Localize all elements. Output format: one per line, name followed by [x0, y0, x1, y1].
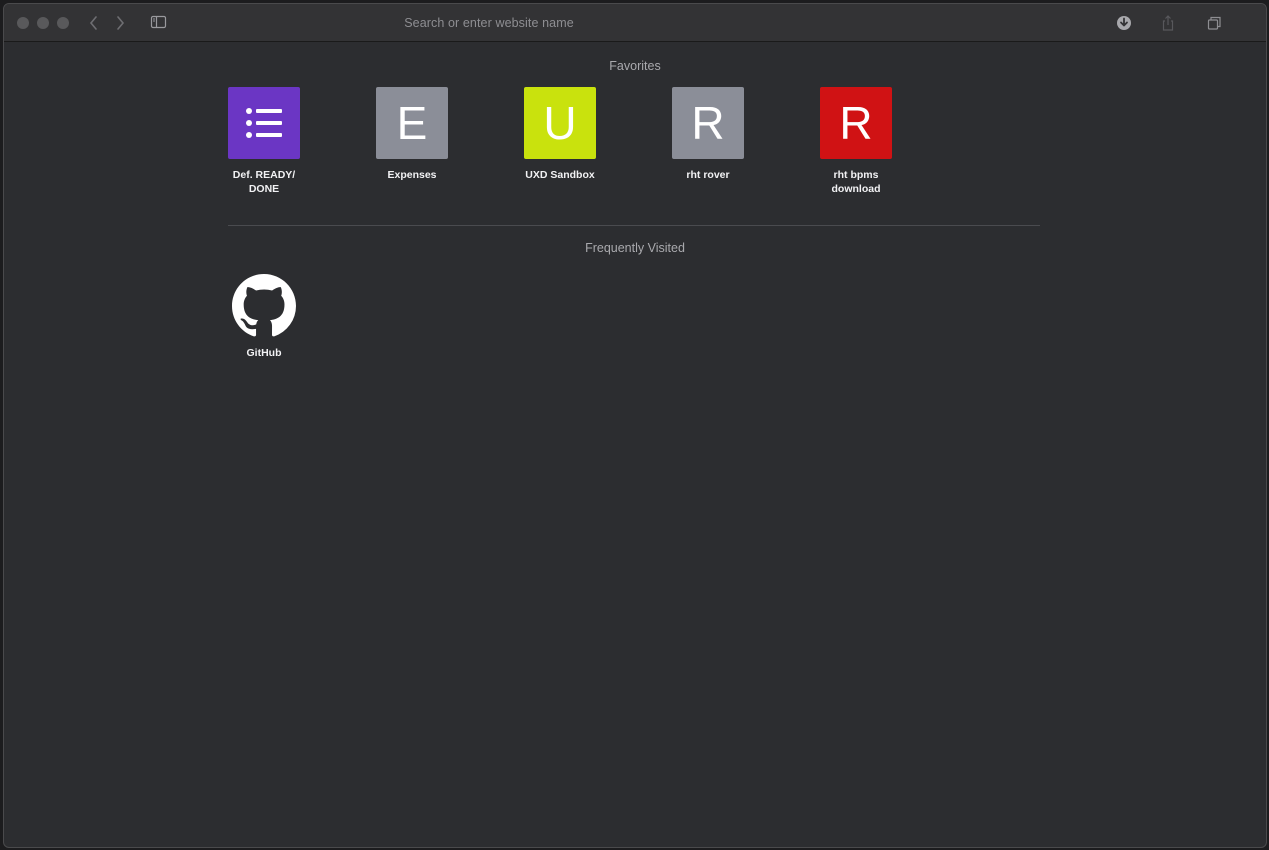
- frequently-visited-heading: Frequently Visited: [585, 241, 685, 255]
- favorite-label: Expenses: [387, 169, 437, 181]
- browser-window: Search or enter website name Favorites D…: [3, 3, 1267, 848]
- tab-overview-button[interactable]: [1205, 14, 1223, 32]
- favorite-letter-icon: E: [376, 87, 448, 159]
- favorite-expenses[interactable]: E Expenses: [357, 87, 467, 182]
- sidebar-icon: [150, 15, 167, 29]
- close-window-button[interactable]: [17, 17, 29, 29]
- zoom-window-button[interactable]: [57, 17, 69, 29]
- share-icon: [1162, 15, 1174, 31]
- favorite-uxd-sandbox[interactable]: U UXD Sandbox: [505, 87, 615, 182]
- favorite-label: UXD Sandbox: [525, 169, 595, 181]
- frequent-github[interactable]: GitHub: [209, 274, 319, 360]
- favorite-label: Def. READY/ DONE: [232, 169, 296, 195]
- address-placeholder: Search or enter website name: [404, 16, 574, 30]
- favorite-rht-bpms-download[interactable]: R rht bpms download: [801, 87, 911, 196]
- github-icon: [232, 274, 296, 338]
- forward-button[interactable]: [110, 13, 130, 33]
- share-button[interactable]: [1159, 14, 1177, 32]
- address-bar[interactable]: Search or enter website name: [194, 11, 784, 35]
- start-page: Favorites Def. READY/ DONE E Expenses U …: [4, 42, 1266, 847]
- favorite-def-ready-done[interactable]: Def. READY/ DONE: [209, 87, 319, 196]
- download-icon: [1117, 16, 1131, 30]
- chevron-right-icon: [117, 16, 125, 30]
- back-button[interactable]: [84, 13, 104, 33]
- minimize-window-button[interactable]: [37, 17, 49, 29]
- favorite-label: rht bpms download: [831, 169, 881, 195]
- favorite-rht-rover[interactable]: R rht rover: [653, 87, 763, 182]
- favorite-letter-icon: R: [820, 87, 892, 159]
- sidebar-toggle-button[interactable]: [150, 14, 170, 32]
- favorite-label: rht rover: [686, 169, 730, 181]
- favorite-letter-icon: R: [672, 87, 744, 159]
- frequent-label: GitHub: [246, 347, 282, 359]
- section-divider: [228, 225, 1040, 226]
- toolbar: Search or enter website name: [4, 4, 1266, 42]
- chevron-left-icon: [89, 16, 97, 30]
- favorite-letter-icon: U: [524, 87, 596, 159]
- downloads-button[interactable]: [1115, 14, 1133, 32]
- tabs-icon: [1207, 16, 1221, 30]
- list-icon: [228, 87, 300, 159]
- favorites-heading: Favorites: [609, 59, 661, 73]
